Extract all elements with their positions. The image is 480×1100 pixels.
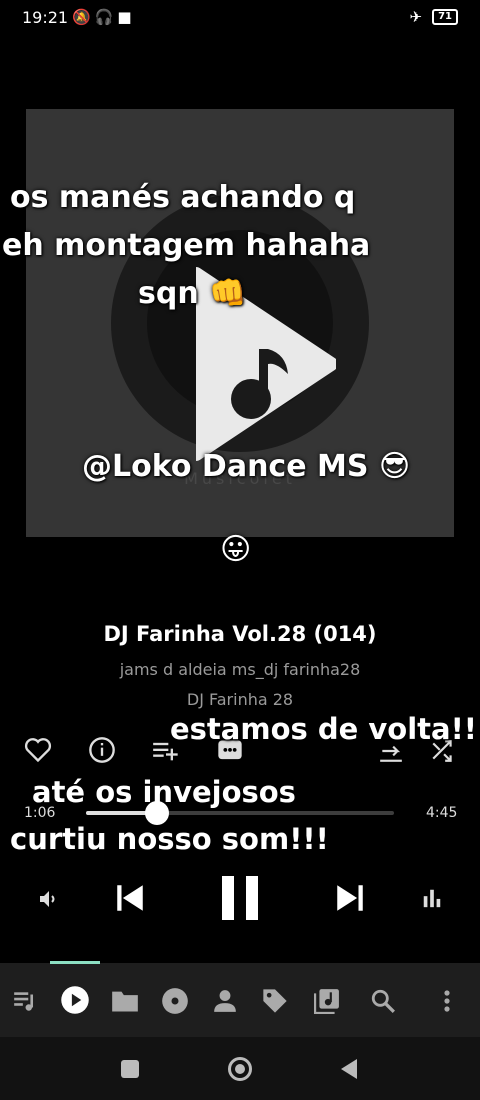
heart-icon xyxy=(24,738,52,763)
video-icon: ■ xyxy=(117,8,136,26)
home-button[interactable] xyxy=(225,1053,255,1085)
tab-folders[interactable] xyxy=(110,986,140,1016)
equalizer-button[interactable] xyxy=(418,884,446,912)
battery-level: 71 xyxy=(438,11,452,22)
folders-icon xyxy=(112,991,138,1012)
tab-search[interactable] xyxy=(368,986,398,1016)
status-icons: 🔕🎧■ xyxy=(72,8,136,26)
overlay-text-8: curtiu nosso som!!! xyxy=(10,822,329,856)
tab-artists[interactable] xyxy=(210,986,240,1016)
overlay-text-6: estamos de volta!!! xyxy=(170,712,480,746)
tab-albums[interactable] xyxy=(160,986,190,1016)
albums-icon xyxy=(162,988,188,1014)
status-bar: 19:21 🔕🎧■ ✈ 71 xyxy=(0,0,480,36)
info-button[interactable] xyxy=(86,734,118,766)
track-album: DJ Farinha 28 xyxy=(186,690,294,709)
recents-button[interactable] xyxy=(116,1055,144,1083)
queue-icon xyxy=(14,992,34,1011)
back-button[interactable] xyxy=(335,1055,363,1083)
next-button[interactable] xyxy=(330,878,370,918)
tab-queue[interactable] xyxy=(10,986,40,1016)
overlay-emoji: 😛 xyxy=(220,532,252,567)
home-icon xyxy=(228,1057,252,1081)
recents-icon xyxy=(121,1060,139,1078)
battery-icon: 71 xyxy=(432,9,458,25)
search-icon xyxy=(371,989,395,1013)
skip-previous-icon xyxy=(117,885,143,911)
artists-icon xyxy=(214,990,236,1012)
track-title: DJ Farinha Vol.28 (014) xyxy=(103,622,377,646)
volume-button[interactable] xyxy=(34,884,64,914)
active-tab-indicator xyxy=(50,961,100,964)
overlay-text-2: eh montagem hahaha xyxy=(2,228,371,263)
more-options-button[interactable] xyxy=(434,986,460,1016)
elapsed-time: 1:06 xyxy=(24,805,56,821)
track-artist: jams d aldeia ms_dj farinha28 xyxy=(119,660,361,679)
playlists-icon xyxy=(314,989,339,1014)
skip-next-icon xyxy=(337,885,363,911)
back-icon xyxy=(341,1059,357,1079)
equalizer-icon xyxy=(423,889,441,908)
status-time: 19:21 xyxy=(22,8,69,27)
tab-tags[interactable] xyxy=(260,986,290,1016)
favorite-button[interactable] xyxy=(22,734,54,766)
headphones-icon: 🎧 xyxy=(94,8,118,26)
overlay-text-4: @Loko Dance MS 😎 xyxy=(82,449,411,484)
overlay-text-1: os manés achando q xyxy=(10,180,356,215)
total-time: 4:45 xyxy=(426,805,458,821)
more-icon xyxy=(444,990,450,1012)
airplane-icon: ✈ xyxy=(409,8,423,26)
pause-icon xyxy=(222,876,258,920)
tab-now-playing[interactable] xyxy=(59,984,91,1016)
volume-icon xyxy=(40,891,55,907)
now-playing-icon xyxy=(61,986,89,1014)
overlay-text-3: sqn 👊 xyxy=(138,276,247,311)
tags-icon xyxy=(263,989,287,1013)
pause-button[interactable] xyxy=(215,872,265,924)
info-icon xyxy=(89,737,115,763)
tab-playlists[interactable] xyxy=(312,986,342,1016)
mute-icon: 🔕 xyxy=(72,8,95,26)
previous-button[interactable] xyxy=(110,878,150,918)
